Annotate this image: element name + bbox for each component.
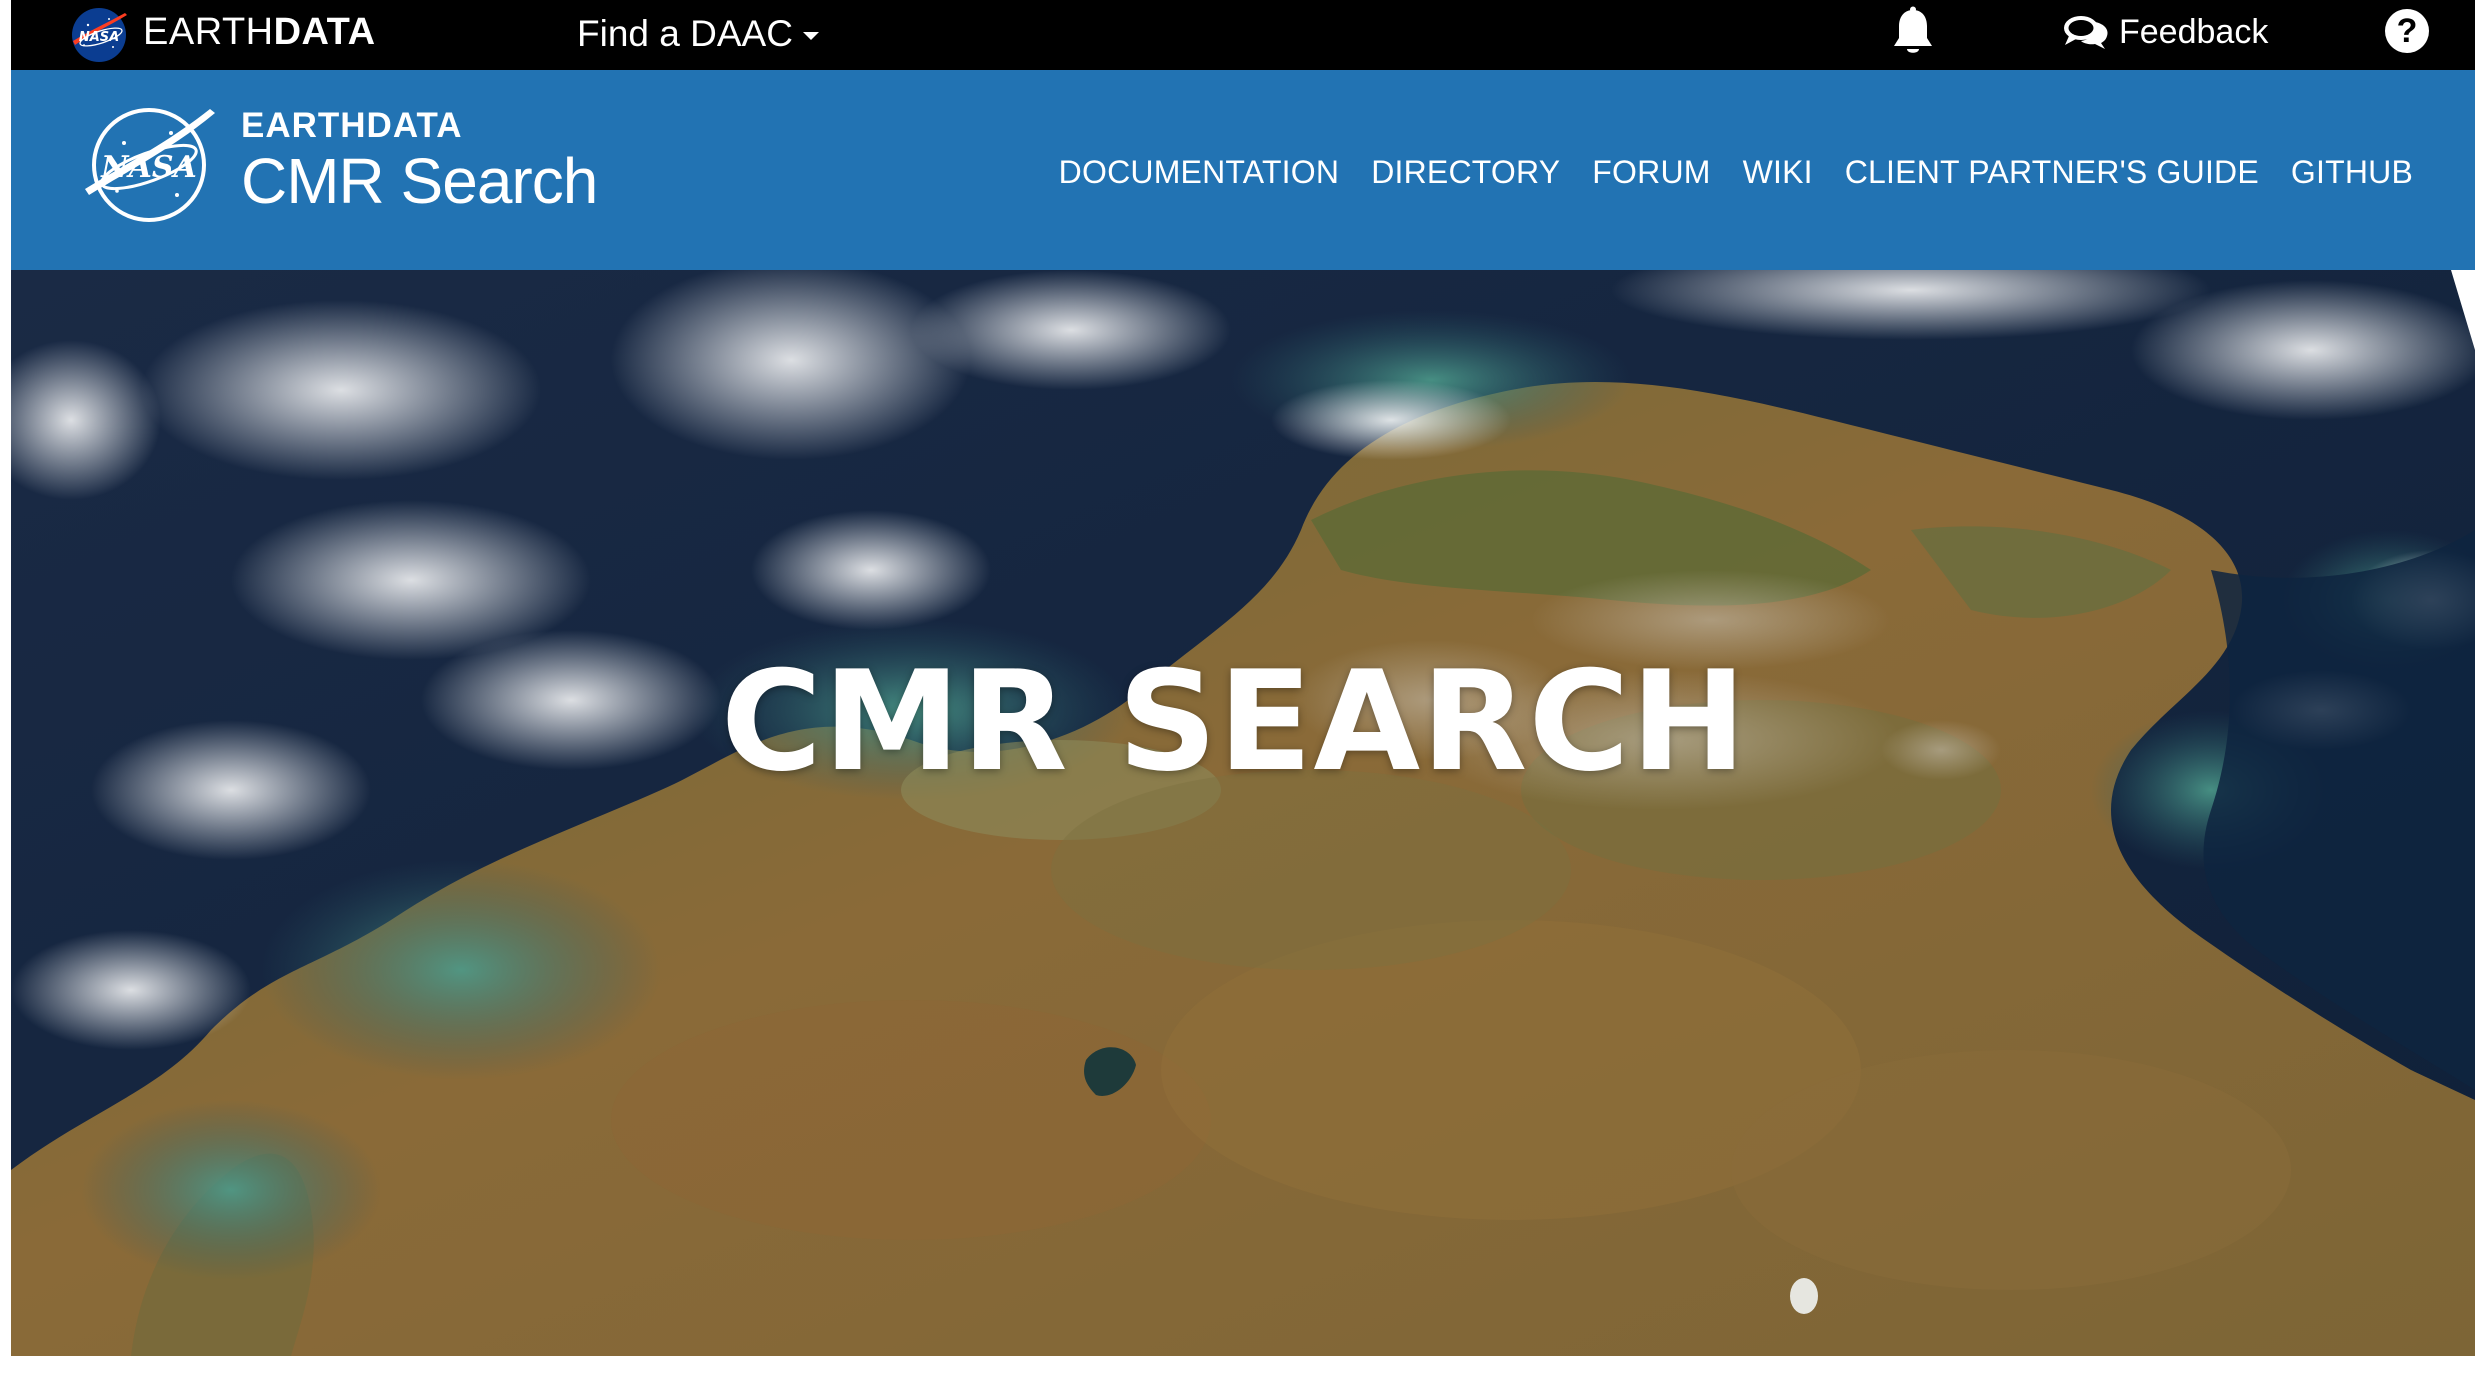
find-a-daac-dropdown[interactable]: Find a DAAC (577, 14, 819, 54)
page: NASA EARTHDATA Find a DAAC Feedback ? NA… (11, 0, 2475, 1383)
feedback-label: Feedback (2119, 13, 2269, 51)
brand-bold: DATA (273, 11, 376, 53)
caret-down-icon (802, 32, 819, 41)
nasa-meatball-icon[interactable]: NASA (69, 5, 129, 65)
nav-client-partners-guide[interactable]: CLIENT PARTNER'S GUIDE (1845, 152, 2259, 192)
speech-bubbles-icon (2064, 16, 2108, 49)
nasa-logo-icon[interactable]: NASA (79, 103, 219, 228)
site-title-eyebrow: EARTHDATA (241, 106, 463, 145)
nav-github[interactable]: GITHUB (2291, 152, 2413, 192)
feedback-button[interactable]: Feedback (2061, 10, 2268, 54)
find-a-daac-label: Find a DAAC (577, 13, 793, 54)
main-nav: DOCUMENTATION DIRECTORY FORUM WIKI CLIEN… (1059, 152, 2413, 192)
hero-title: CMR SEARCH (11, 642, 2475, 802)
nasa-logo-text: NASA (100, 150, 197, 185)
question-circle-icon[interactable]: ? (2385, 9, 2429, 53)
brand-light: EARTH (143, 11, 274, 53)
earthdata-brand[interactable]: EARTHDATA (143, 12, 376, 52)
nav-documentation[interactable]: DOCUMENTATION (1059, 152, 1340, 192)
site-title[interactable]: EARTHDATA CMR Search (241, 106, 598, 217)
bottom-strip (11, 1356, 2475, 1383)
nav-wiki[interactable]: WIKI (1743, 152, 1813, 192)
nasa-meatball-text: NASA (79, 30, 119, 45)
site-title-main: CMR Search (241, 145, 598, 217)
top-bar: NASA EARTHDATA Find a DAAC Feedback ? (11, 0, 2475, 70)
hero-banner: CMR SEARCH (11, 270, 2475, 1356)
site-header: NASA EARTHDATA CMR Search DOCUMENTATION … (11, 70, 2475, 270)
hero-title-text: CMR SEARCH (720, 641, 1748, 802)
nav-directory[interactable]: DIRECTORY (1371, 152, 1560, 192)
nav-forum[interactable]: FORUM (1592, 152, 1710, 192)
bell-icon[interactable] (1889, 6, 1937, 58)
satellite-image (11, 270, 2475, 1356)
